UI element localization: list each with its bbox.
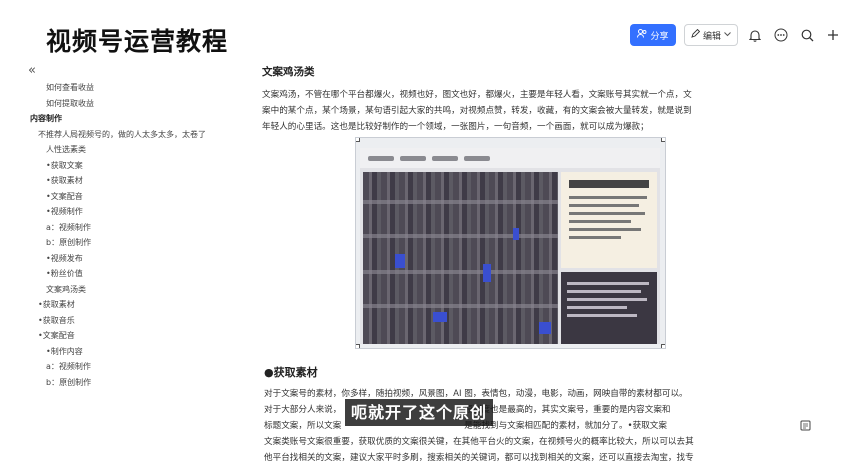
sidebar-item[interactable]: •文案配音: [0, 189, 250, 205]
share-label: 分享: [650, 31, 669, 42]
edit-label: 编辑: [702, 31, 721, 42]
users-icon: [637, 29, 647, 41]
sidebar-item[interactable]: b：原创制作: [0, 235, 250, 251]
document-title: 视频号运营教程: [46, 27, 229, 56]
video-frame: [363, 172, 558, 344]
plus-icon[interactable]: [824, 26, 842, 44]
image-content: [360, 148, 660, 344]
sidebar-item[interactable]: •获取素材: [0, 173, 250, 189]
image-text-panel: [561, 172, 657, 268]
paragraph-line: 案中的某个点，某个场景，某句语引起大家的共鸣，对视频点赞，转发，收藏，有的文案会…: [262, 106, 692, 116]
top-toolbar: 分享 编辑: [630, 24, 842, 46]
paragraph-line: 对于大部分人来说， 原创度也是最高的，其实文案号，重要的是内容文案和: [264, 405, 671, 415]
sidebar-item[interactable]: a：视频制作: [0, 220, 250, 236]
paragraph-line: 文案类账号文案很重要，获取优质的文案很关键，在其他平台火的文案，在视频号火的概率…: [264, 437, 694, 447]
search-icon[interactable]: [798, 26, 816, 44]
sidebar-item[interactable]: a：视频制作: [0, 359, 250, 375]
sidebar-item[interactable]: •文案配音: [0, 328, 250, 344]
sidebar-item[interactable]: 内容制作: [0, 111, 250, 127]
sidebar-item[interactable]: 不推荐人局视频号的，做的人太多太多，太卷了: [0, 127, 250, 143]
comment-icon[interactable]: [800, 420, 812, 435]
video-subtitle: 呃就开了这个原创: [345, 399, 494, 426]
sidebar-item[interactable]: •获取文案: [0, 158, 250, 174]
section-paragraph: 文案鸡汤，不管在哪个平台都爆火，视频也好，图文也好，都爆火，主要是年轻人看，文案…: [262, 87, 748, 135]
section-heading: 文案鸡汤类: [262, 66, 315, 78]
sidebar-item[interactable]: 人性选素类: [0, 142, 250, 158]
sidebar-item[interactable]: 如何提取收益: [0, 96, 250, 112]
paragraph-line: 对于文案号的素材，你多样，随拍视频，风景图，AI 图，表情包，动漫，电影，动画，…: [264, 389, 688, 399]
collapse-sidebar-icon[interactable]: «: [28, 63, 36, 78]
chevron-down-icon: [724, 30, 731, 40]
sidebar-item[interactable]: •获取音乐: [0, 313, 250, 329]
resize-handle[interactable]: [661, 344, 665, 348]
outline-sidebar: 如何查看收益 如何提取收益 内容制作 不推荐人局视频号的，做的人太多太多，太卷了 人性选…: [0, 80, 250, 390]
paragraph-line: 文案鸡汤，不管在哪个平台都爆火，视频也好，图文也好，都爆火，主要是年轻人看，文案…: [262, 90, 692, 100]
sidebar-item[interactable]: •粉丝价值: [0, 266, 250, 282]
sidebar-item[interactable]: •获取素材: [0, 297, 250, 313]
resize-handle[interactable]: [356, 344, 360, 348]
resize-handle[interactable]: [661, 138, 665, 142]
section-paragraph: 对于文案号的素材，你多样，随拍视频，风景图，AI 图，表情包，动漫，电影，动画，…: [264, 386, 750, 466]
paragraph-line: 他平台找相关的文案，建议大家平时多刷，搜索相关的关键词，都可以找到相关的文案，还…: [264, 453, 694, 463]
sidebar-item[interactable]: •制作内容: [0, 344, 250, 360]
paragraph-line: 年轻人的心里话。这也是比较好制作的一个领域，一张图片，一句音频，一个画面，就可以…: [262, 122, 649, 132]
section-get-material: ●获取素材 对于文案号的素材，你多样，随拍视频，风景图，AI 图，表情包，动漫，…: [264, 364, 750, 466]
resize-handle[interactable]: [356, 138, 360, 142]
sidebar-item[interactable]: 文案鸡汤类: [0, 282, 250, 298]
section-heading: ●获取素材: [264, 366, 318, 379]
sidebar-item[interactable]: b：原创制作: [0, 375, 250, 391]
share-button[interactable]: 分享: [630, 24, 676, 46]
sidebar-item[interactable]: •视频制作: [0, 204, 250, 220]
edit-button[interactable]: 编辑: [684, 24, 738, 46]
more-icon[interactable]: [772, 26, 790, 44]
pencil-icon: [691, 28, 701, 41]
image-header-bar: [360, 148, 660, 168]
main-content: 文案鸡汤类 文案鸡汤，不管在哪个平台都爆火，视频也好，图文也好，都爆火，主要是年…: [262, 64, 748, 135]
embedded-image[interactable]: [355, 137, 666, 349]
paragraph-line: 标题文案，所以文案 是能找到与文案相匹配的素材，就加分了。•获取文案: [264, 421, 667, 431]
sidebar-item[interactable]: 如何查看收益: [0, 80, 250, 96]
image-dark-panel: [561, 272, 657, 344]
bell-icon[interactable]: [746, 26, 764, 44]
sidebar-item[interactable]: •视频发布: [0, 251, 250, 267]
